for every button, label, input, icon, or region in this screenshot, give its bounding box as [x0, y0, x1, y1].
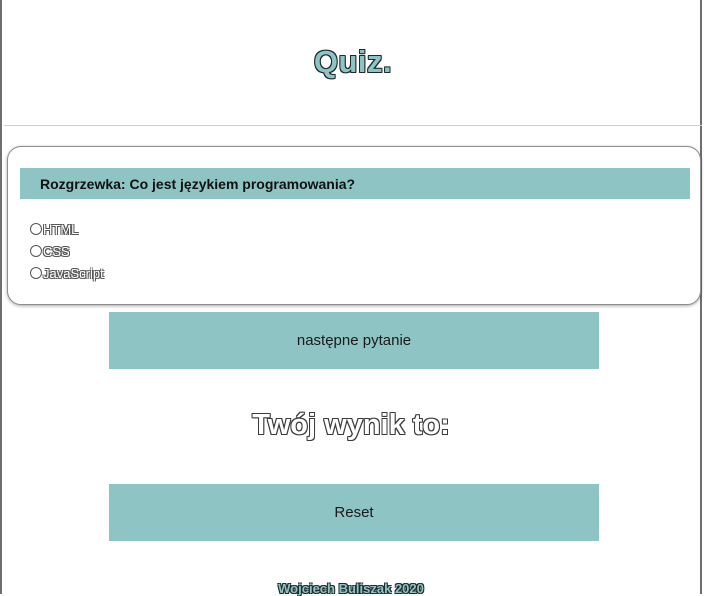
answer-list: HTML CSS JavaScript [30, 218, 104, 284]
answer-option-javascript[interactable]: JavaScript [30, 262, 104, 284]
question-text: Rozgrzewka: Co jest językiem programowan… [40, 176, 356, 192]
radio-button-html[interactable] [30, 223, 42, 235]
reset-button[interactable]: Reset [109, 484, 599, 541]
answer-option-html[interactable]: HTML [30, 218, 104, 240]
answer-label-javascript: JavaScript [43, 265, 104, 281]
radio-button-css[interactable] [30, 245, 42, 257]
answer-option-css[interactable]: CSS [30, 240, 104, 262]
page-title: Quiz. [313, 44, 393, 79]
score-text: Twój wynik to: [252, 409, 450, 441]
page-frame: Quiz. Rozgrzewka: Co jest językiem progr… [0, 0, 702, 596]
quiz-card: Rozgrzewka: Co jest językiem programowan… [7, 146, 701, 305]
radio-button-javascript[interactable] [30, 267, 42, 279]
question-bar: Rozgrzewka: Co jest językiem programowan… [20, 168, 690, 199]
header: Quiz. [4, 0, 702, 126]
answer-label-css: CSS [43, 243, 70, 259]
next-question-button[interactable]: następne pytanie [109, 312, 599, 369]
answer-label-html: HTML [43, 221, 79, 237]
